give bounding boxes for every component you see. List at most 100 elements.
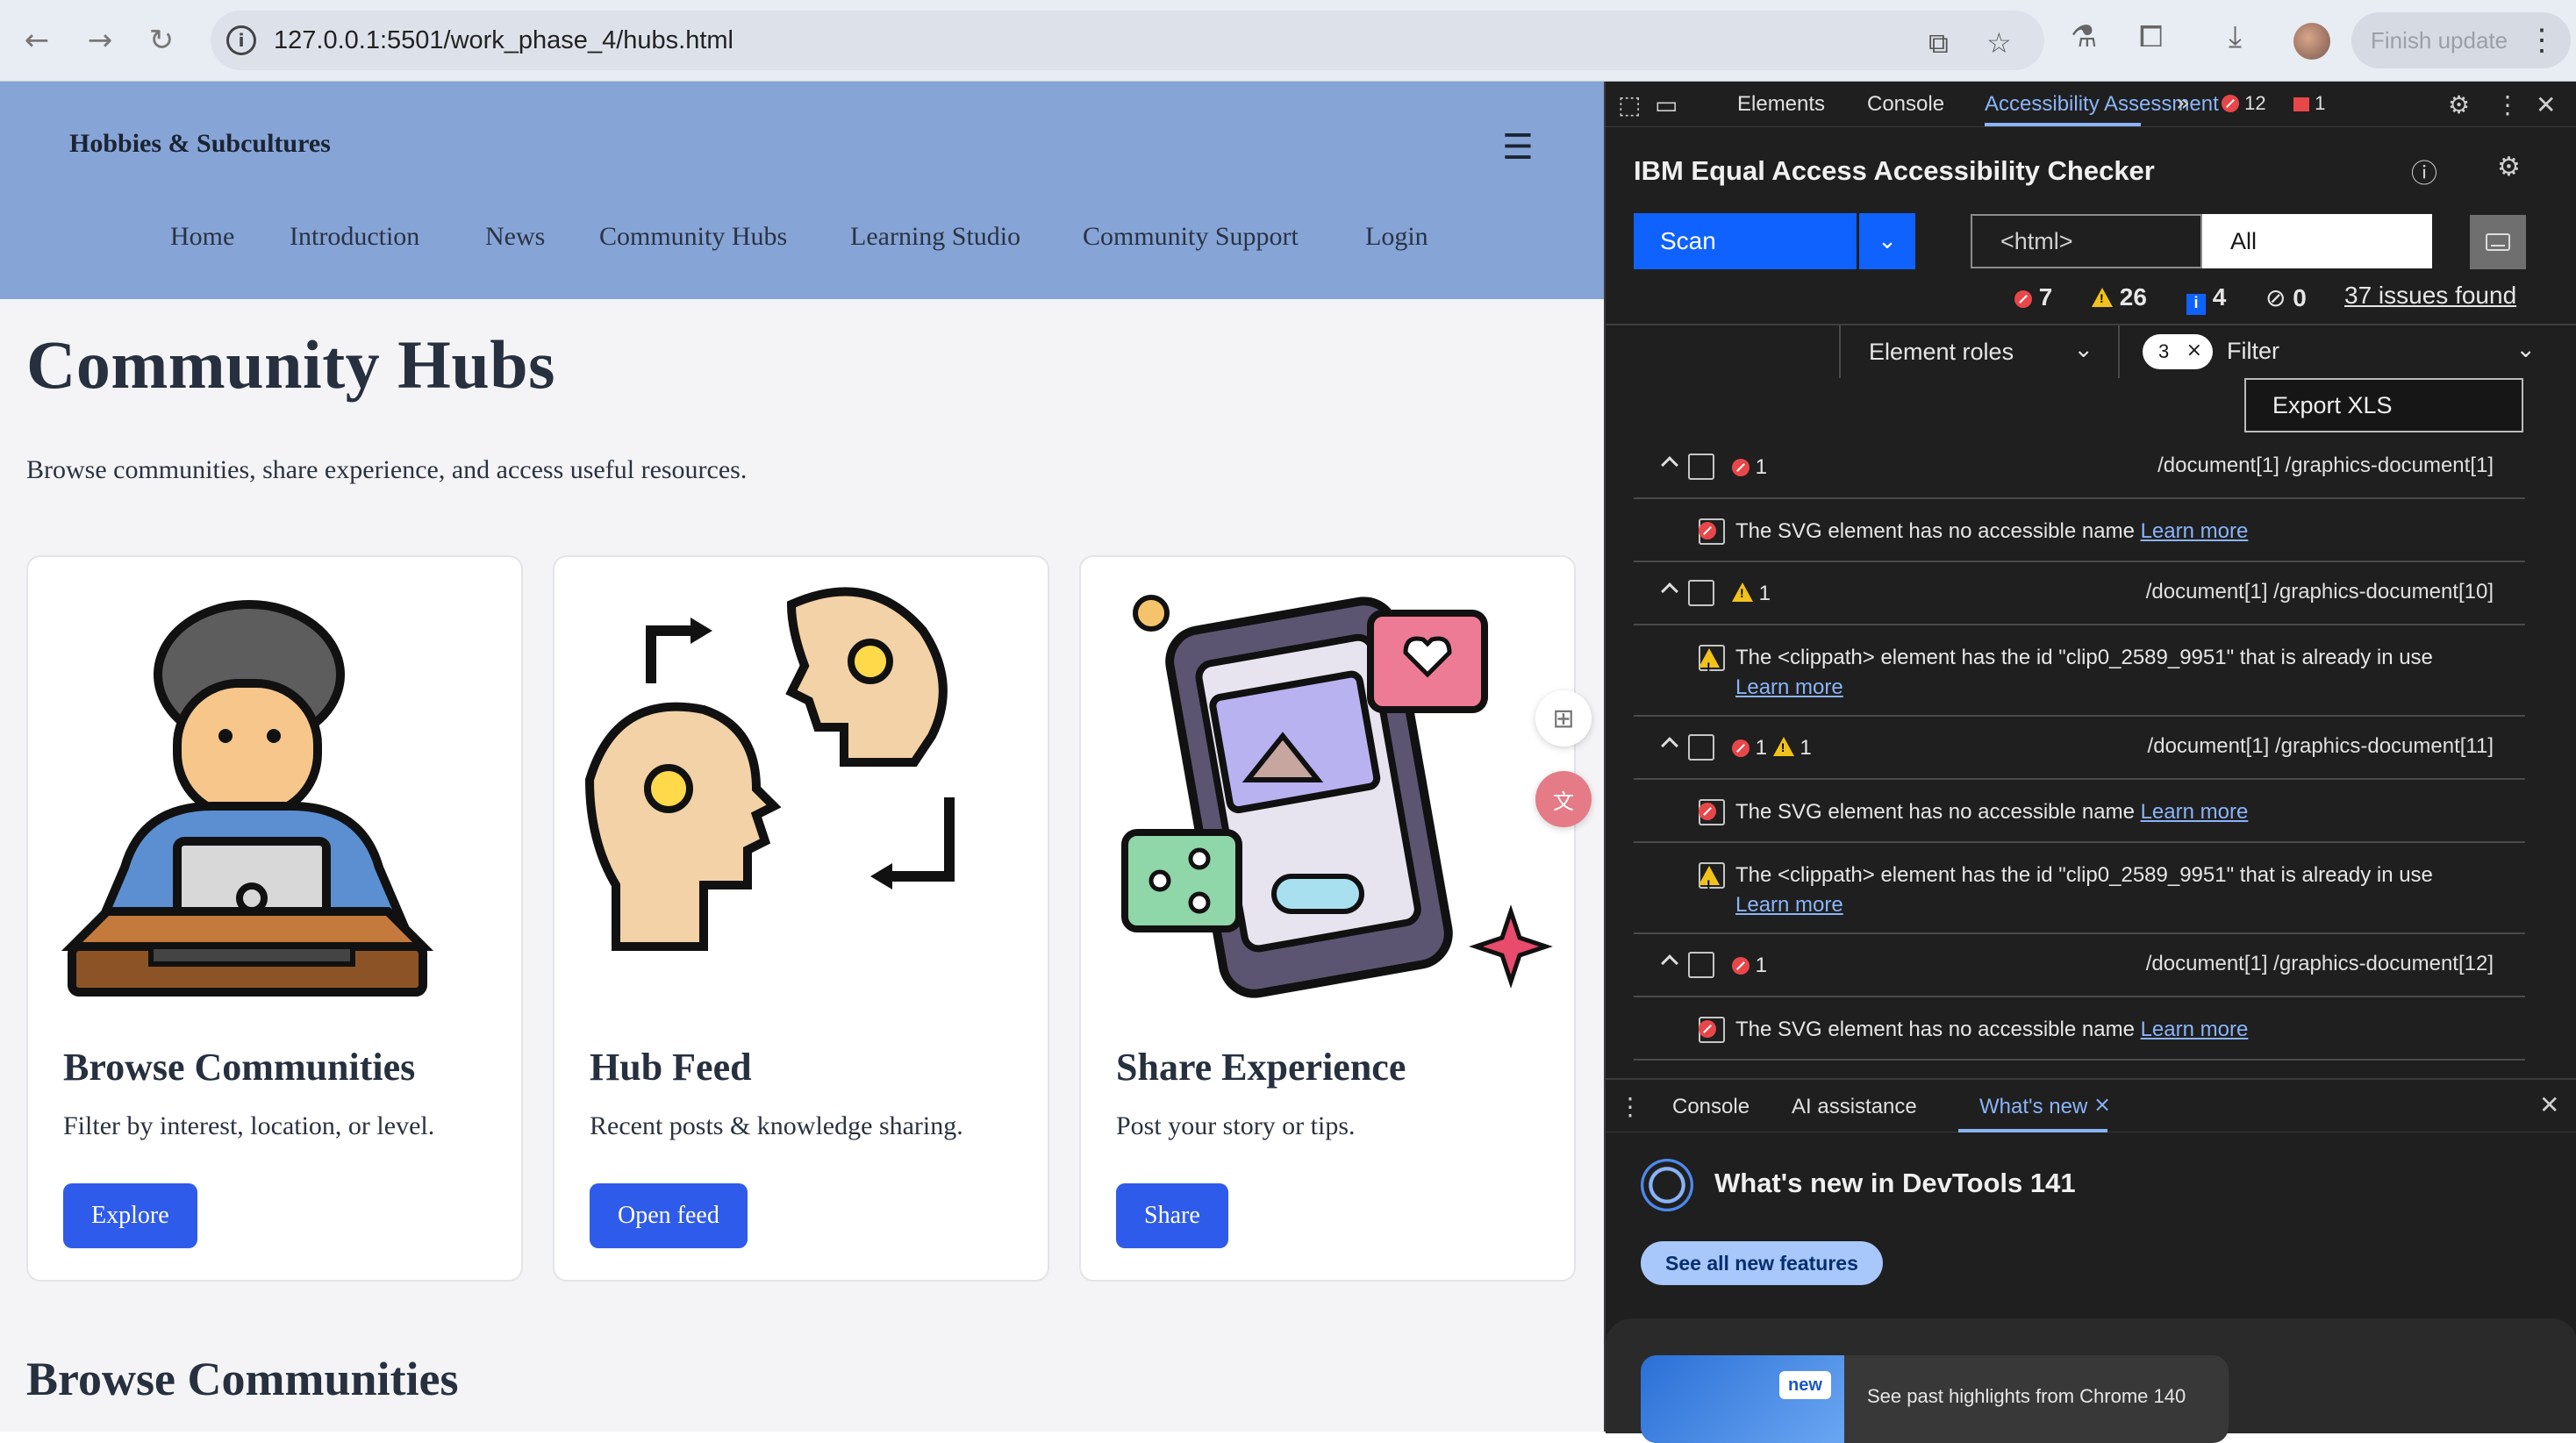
more-tabs-icon[interactable]: » — [2176, 90, 2190, 117]
error-icon — [2222, 95, 2239, 112]
site-header: Hobbies & Subcultures ☰ Home Introductio… — [0, 82, 1604, 299]
card-browse-communities: Browse Communities Filter by interest, l… — [26, 555, 523, 1282]
group-checkbox[interactable] — [1688, 580, 1714, 606]
help-icon[interactable]: ⓘ — [2411, 152, 2437, 190]
extensions-puzzle-icon[interactable]: ⧠ — [2139, 19, 2163, 54]
past-highlights-card[interactable]: new See past highlights from Chrome 140 — [1641, 1355, 2229, 1443]
bookmark-star-icon[interactable]: ☆ — [1986, 26, 2012, 60]
group-checkbox[interactable] — [1688, 734, 1714, 761]
recommendations-count[interactable]: i 4 — [2186, 283, 2226, 315]
open-feed-button[interactable]: Open feed — [590, 1183, 748, 1248]
nav-login[interactable]: Login — [1365, 222, 1428, 252]
scan-options-chevron-icon[interactable]: ⌄ — [1859, 213, 1915, 269]
nav-community-hubs[interactable]: Community Hubs — [599, 222, 787, 252]
device-toolbar-icon[interactable]: ▭ — [1655, 90, 1678, 119]
learn-more-link[interactable]: Learn more — [2141, 519, 2249, 543]
collapse-chevron-icon[interactable] — [1661, 737, 1678, 754]
active-drawer-tab-indicator — [1958, 1129, 2107, 1132]
nav-home[interactable]: Home — [170, 222, 234, 252]
finish-update-button[interactable]: Finish update ⋮ — [2351, 12, 2571, 68]
site-info-icon[interactable]: i — [226, 25, 256, 55]
needs-review-count[interactable]: 26 — [2092, 283, 2147, 311]
back-icon[interactable]: ← — [16, 19, 58, 61]
issue-group[interactable]: 1 /document[1] /graphics-document[10] — [1634, 562, 2525, 625]
issue-group[interactable]: 1 /document[1] /graphics-document[12] — [1634, 934, 2525, 997]
settings-gear-icon[interactable]: ⚙ — [2448, 90, 2470, 119]
nav-introduction[interactable]: Introduction — [290, 222, 419, 252]
nav-learning-studio[interactable]: Learning Studio — [850, 222, 1020, 252]
tab-console[interactable]: Console — [1867, 92, 1944, 117]
inspect-element-icon[interactable]: ⬚ — [1618, 90, 1641, 119]
drawer-tabbar: ⋮ Console AI assistance What's new × ✕ — [1606, 1080, 2576, 1132]
warning-icon — [1699, 648, 1720, 682]
section-heading: Browse Communities — [26, 1353, 459, 1405]
collapse-chevron-icon[interactable] — [1661, 954, 1678, 972]
learn-more-link[interactable]: Learn more — [2141, 800, 2249, 824]
hidden-count[interactable]: ⊘ 0 — [2265, 283, 2307, 312]
keyboard-checker-icon[interactable] — [2470, 215, 2526, 269]
violations-count[interactable]: 7 — [2014, 283, 2052, 311]
avatar[interactable] — [2293, 23, 2330, 60]
checker-settings-icon[interactable]: ⚙ — [2497, 152, 2521, 182]
close-tab-icon[interactable]: × — [2093, 1092, 2111, 1117]
menu-dots-icon[interactable]: ⋮ — [2527, 23, 2557, 58]
share-button[interactable]: Share — [1116, 1183, 1228, 1248]
translate-icon[interactable]: ⧉ — [1928, 26, 1949, 61]
filter-tag[interactable]: 3 × — [2143, 334, 2213, 369]
issues-found-link[interactable]: 37 issues found — [2344, 282, 2516, 310]
page-intro: Browse communities, share experience, an… — [26, 455, 748, 484]
issue-message: The SVG element has no accessible name L… — [1699, 517, 2490, 546]
issue-item[interactable]: The SVG element has no accessible name L… — [1634, 997, 2525, 1061]
see-all-features-button[interactable]: See all new features — [1641, 1241, 1883, 1285]
learn-more-link[interactable]: Learn more — [1735, 675, 1843, 699]
element-roles-dropdown[interactable]: Element roles ⌄ — [1839, 325, 2120, 378]
devtools-menu-icon[interactable]: ⋮ — [2495, 90, 2520, 119]
filter-dropdown[interactable]: 3 × Filter ⌄ — [2122, 325, 2550, 378]
learn-more-link[interactable]: Learn more — [2141, 1018, 2249, 1041]
forward-icon[interactable]: → — [79, 19, 121, 61]
drawer-tab-whats-new[interactable]: What's new — [1979, 1095, 2087, 1119]
card-share-experience: Share Experience Post your story or tips… — [1079, 555, 1576, 1282]
issue-item[interactable]: The <clippath> element has the id "clip0… — [1634, 625, 2525, 717]
tab-elements[interactable]: Elements — [1737, 92, 1825, 117]
scan-button[interactable]: Scan — [1634, 213, 1857, 269]
grid-add-icon[interactable]: ⊞ — [1535, 690, 1592, 747]
scope-selector-input[interactable]: <html> — [1971, 214, 2202, 268]
issue-counter[interactable]: 1 — [2293, 92, 2325, 115]
nav-news[interactable]: News — [485, 222, 545, 252]
group-checkbox[interactable] — [1688, 454, 1714, 480]
issue-group[interactable]: 1 1 /document[1] /graphics-document[11] — [1634, 717, 2525, 780]
clear-filter-icon[interactable]: × — [2186, 339, 2202, 361]
issue-message: The <clippath> element has the id "clip0… — [1699, 643, 2490, 703]
site-brand[interactable]: Hobbies & Subcultures — [69, 129, 331, 159]
reload-icon[interactable]: ↻ — [140, 19, 182, 61]
issue-item[interactable]: The <clippath> element has the id "clip0… — [1634, 843, 2525, 934]
drawer-menu-icon[interactable]: ⋮ — [1618, 1092, 1642, 1121]
drawer-tab-console[interactable]: Console — [1672, 1095, 1750, 1119]
issue-item[interactable]: The SVG element has no accessible name L… — [1634, 780, 2525, 843]
close-drawer-icon[interactable]: ✕ — [2539, 1090, 2559, 1119]
close-devtools-icon[interactable]: ✕ — [2536, 90, 2556, 119]
filter-label: Filter — [2227, 338, 2279, 364]
issue-item[interactable]: The SVG element has no accessible name L… — [1634, 499, 2525, 562]
explore-button[interactable]: Explore — [63, 1183, 197, 1248]
error-counter[interactable]: 12 — [2222, 92, 2266, 115]
learn-more-link[interactable]: Learn more — [1735, 893, 1843, 917]
address-bar[interactable]: i 127.0.0.1:5501/work_phase_4/hubs.html … — [211, 11, 2044, 70]
download-icon[interactable]: ⤓ — [2229, 19, 2242, 54]
drawer-tab-ai-assistance[interactable]: AI assistance — [1792, 1095, 1917, 1119]
url-text[interactable]: 127.0.0.1:5501/work_phase_4/hubs.html — [274, 26, 733, 55]
collapse-chevron-icon[interactable] — [1661, 456, 1678, 474]
page-title: Community Hubs — [26, 326, 555, 403]
group-checkbox[interactable] — [1688, 952, 1714, 978]
issue-group[interactable]: 1 /document[1] /graphics-document[1] — [1634, 436, 2525, 499]
chrome-devtools-logo-icon — [1641, 1159, 1693, 1211]
translate-float-icon[interactable]: 文 — [1535, 771, 1592, 827]
scope-select[interactable]: All — [2202, 214, 2432, 268]
extension-icon[interactable]: ⚗ — [2071, 19, 2097, 54]
person-laptop-illustration — [61, 600, 434, 997]
export-xls-button[interactable]: Export XLS — [2244, 378, 2523, 432]
nav-community-support[interactable]: Community Support — [1083, 222, 1299, 252]
collapse-chevron-icon[interactable] — [1661, 582, 1678, 600]
hamburger-menu-icon[interactable]: ☰ — [1502, 127, 1534, 168]
